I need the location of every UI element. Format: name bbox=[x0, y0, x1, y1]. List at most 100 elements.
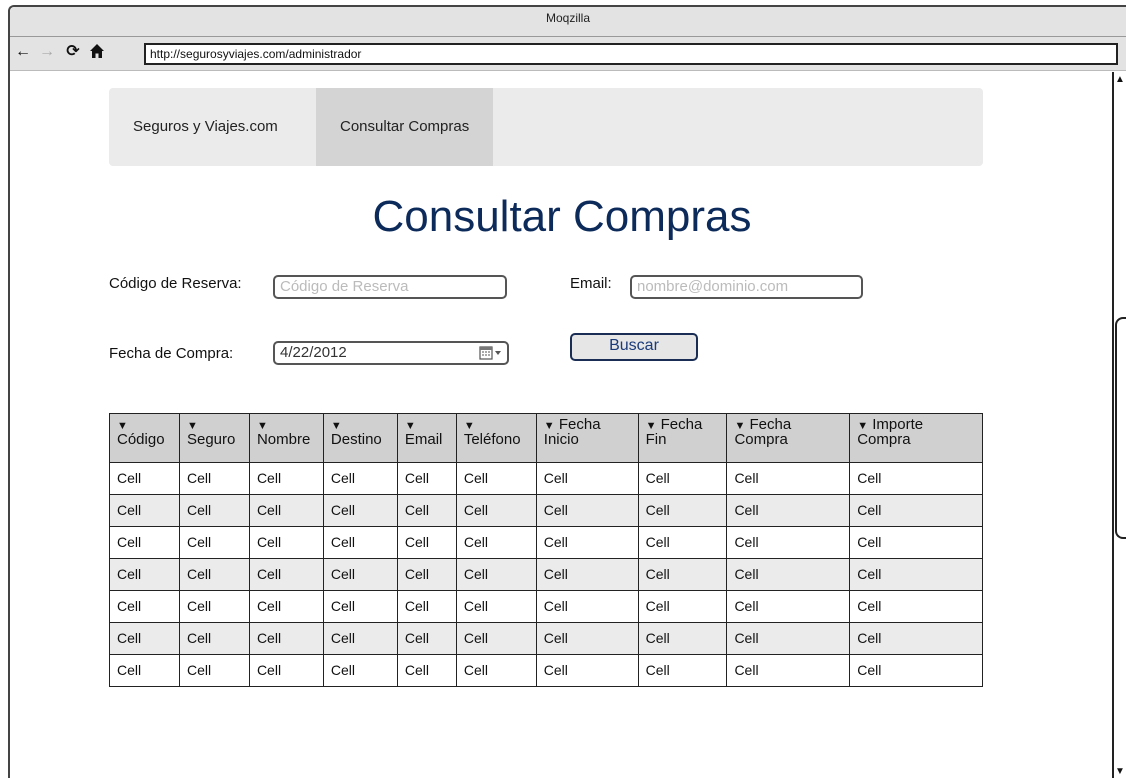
scroll-down-arrow-icon[interactable]: ▼ bbox=[1114, 766, 1126, 778]
table-cell: Cell bbox=[248, 558, 324, 591]
column-header-label: Inicio bbox=[543, 431, 579, 448]
table-row[interactable]: Cell Cell Cell Cell Cell Cell Cell Cell Cell Cell bbox=[109, 462, 983, 495]
table-cell: Cell bbox=[637, 654, 728, 687]
table-cell: Cell bbox=[178, 590, 250, 623]
calendar-dropdown-glyph bbox=[479, 346, 501, 360]
table-cell: Cell bbox=[396, 654, 457, 687]
table-cell: Cell bbox=[178, 654, 250, 687]
table-cell: Cell bbox=[248, 462, 324, 495]
table-cell: Cell bbox=[109, 494, 180, 527]
column-header[interactable]: ▼ Teléfono bbox=[455, 413, 537, 463]
table-cell: Cell bbox=[322, 622, 398, 655]
table-row[interactable]: Cell Cell Cell Cell Cell Cell Cell Cell Cell Cell bbox=[109, 526, 983, 559]
table-cell: Cell bbox=[322, 462, 398, 495]
table-cell: Cell bbox=[455, 526, 537, 559]
table-cell: Cell bbox=[849, 526, 983, 559]
table-cell: Cell bbox=[396, 494, 457, 527]
column-header-label: Email bbox=[404, 431, 443, 448]
back-arrow-icon[interactable]: ← bbox=[14, 43, 32, 61]
table-cell: Cell bbox=[322, 558, 398, 591]
table-cell: Cell bbox=[726, 622, 851, 655]
table-cell: Cell bbox=[535, 462, 639, 495]
table-cell: Cell bbox=[396, 590, 457, 623]
calendar-icon[interactable] bbox=[478, 345, 504, 362]
column-header-label: Compra bbox=[857, 431, 911, 448]
table-cell: Cell bbox=[726, 526, 851, 559]
table-cell: Cell bbox=[455, 558, 537, 591]
email-input[interactable]: nombre@dominio.com bbox=[630, 275, 863, 299]
table-cell: Cell bbox=[396, 526, 457, 559]
column-header[interactable]: ▼ Seguro bbox=[178, 413, 250, 463]
column-header-label: Nombre bbox=[256, 431, 311, 448]
table-cell: Cell bbox=[248, 622, 324, 655]
table-cell: Cell bbox=[178, 494, 250, 527]
buscar-button[interactable]: Buscar bbox=[570, 333, 698, 361]
table-cell: Cell bbox=[455, 590, 537, 623]
codigo-reserva-input[interactable]: Código de Reserva bbox=[273, 275, 507, 299]
table-cell: Cell bbox=[248, 590, 324, 623]
page-viewport: Seguros y Viajes.com Consultar Compras C… bbox=[10, 72, 1114, 778]
table-cell: Cell bbox=[109, 526, 180, 559]
table-cell: Cell bbox=[109, 622, 180, 655]
column-header-label: Compra bbox=[734, 431, 788, 448]
home-icon[interactable] bbox=[88, 43, 106, 61]
forward-arrow-icon[interactable]: → bbox=[38, 43, 56, 61]
table-cell: Cell bbox=[322, 590, 398, 623]
column-header[interactable]: ▼ Fecha Inicio bbox=[535, 413, 639, 463]
column-header-label: Teléfono bbox=[463, 431, 521, 448]
top-menu: Seguros y Viajes.com Consultar Compras bbox=[109, 88, 983, 166]
fecha-compra-value: 4/22/2012 bbox=[280, 344, 347, 361]
table-cell: Cell bbox=[248, 654, 324, 687]
table-cell: Cell bbox=[849, 622, 983, 655]
column-header[interactable]: ▼ Código bbox=[109, 413, 180, 463]
window-title: Moqzilla bbox=[545, 11, 590, 25]
column-header-label: Fin bbox=[645, 431, 667, 448]
table-cell: Cell bbox=[535, 526, 639, 559]
codigo-reserva-label: Código de Reserva: bbox=[109, 275, 242, 292]
column-header-label: Fecha bbox=[660, 416, 703, 433]
table-cell: Cell bbox=[849, 654, 983, 687]
scroll-thumb[interactable] bbox=[1115, 317, 1126, 539]
menu-item-consultar-compras[interactable]: Consultar Compras bbox=[316, 88, 494, 166]
column-header[interactable]: ▼ Email bbox=[396, 413, 457, 463]
column-header[interactable]: ▼ Importe Compra bbox=[849, 413, 983, 463]
table-cell: Cell bbox=[248, 526, 324, 559]
table-cell: Cell bbox=[178, 526, 250, 559]
column-header[interactable]: ▼ Fecha Compra bbox=[726, 413, 851, 463]
scroll-up-arrow-icon[interactable]: ▲ bbox=[1114, 74, 1126, 86]
table-cell: Cell bbox=[109, 654, 180, 687]
table-cell: Cell bbox=[726, 654, 851, 687]
column-header[interactable]: ▼ Fecha Fin bbox=[637, 413, 728, 463]
table-cell: Cell bbox=[322, 494, 398, 527]
table-cell: Cell bbox=[248, 494, 324, 527]
table-row[interactable]: Cell Cell Cell Cell Cell Cell Cell Cell Cell Cell bbox=[109, 654, 983, 687]
title-bar: Moqzilla bbox=[10, 7, 1126, 37]
table-cell: Cell bbox=[726, 462, 851, 495]
table-cell: Cell bbox=[455, 462, 537, 495]
url-bar[interactable]: http://segurosyviajes.com/administrador bbox=[144, 43, 1118, 65]
email-label: Email: bbox=[570, 275, 612, 292]
table-row[interactable]: Cell Cell Cell Cell Cell Cell Cell Cell Cell Cell bbox=[109, 558, 983, 591]
browser-window: Moqzilla ← → ⟳ http://segurosyviajes.com… bbox=[8, 5, 1126, 778]
table-row[interactable]: Cell Cell Cell Cell Cell Cell Cell Cell Cell Cell bbox=[109, 494, 983, 527]
reload-icon[interactable]: ⟳ bbox=[64, 43, 82, 61]
table-cell: Cell bbox=[455, 494, 537, 527]
table-cell: Cell bbox=[178, 462, 250, 495]
table-cell: Cell bbox=[396, 622, 457, 655]
vertical-scrollbar[interactable]: ▲ ▼ bbox=[1112, 72, 1126, 778]
table-row[interactable]: Cell Cell Cell Cell Cell Cell Cell Cell Cell Cell bbox=[109, 622, 983, 655]
column-header[interactable]: ▼ Destino bbox=[322, 413, 398, 463]
table-cell: Cell bbox=[535, 558, 639, 591]
fecha-compra-datepicker[interactable]: 4/22/2012 bbox=[273, 341, 509, 365]
table-cell: Cell bbox=[637, 558, 728, 591]
table-cell: Cell bbox=[535, 590, 639, 623]
column-header[interactable]: ▼ Nombre bbox=[248, 413, 324, 463]
column-header-label: Destino bbox=[330, 431, 382, 448]
table-cell: Cell bbox=[535, 494, 639, 527]
table-cell: Cell bbox=[849, 558, 983, 591]
menu-item-brand[interactable]: Seguros y Viajes.com bbox=[109, 88, 302, 166]
table-header-row: ▼ Código ▼ Seguro ▼ Nombre ▼ Destino ▼ Email ▼ Telé… bbox=[109, 413, 983, 463]
table-cell: Cell bbox=[322, 654, 398, 687]
table-row[interactable]: Cell Cell Cell Cell Cell Cell Cell Cell Cell Cell bbox=[109, 590, 983, 623]
column-header-label: Código bbox=[117, 431, 165, 448]
